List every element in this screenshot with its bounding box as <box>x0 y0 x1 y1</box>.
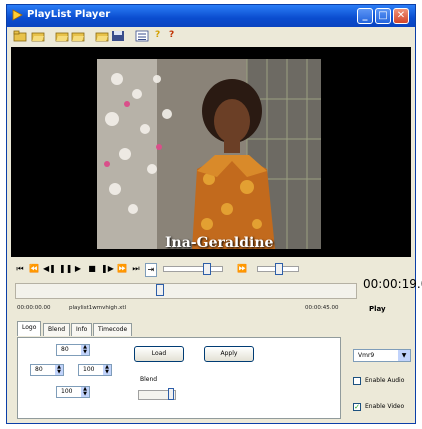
tab-blend[interactable]: Blend <box>43 323 71 336</box>
renderer-value: Vmr9 <box>358 352 375 359</box>
open-folder2-icon[interactable] <box>71 30 85 42</box>
logo-right-value: 100 <box>83 366 95 373</box>
logo-panel: 80 ▲ ▼ 80 ▲ ▼ 100 ▲ ▼ 100 ▲ ▼ Load Apply Blend <box>17 337 341 419</box>
logo-right-spinner[interactable]: 100 ▲ ▼ <box>78 364 112 376</box>
seek-bar[interactable] <box>15 283 357 299</box>
enable-video-checkbox[interactable]: ✓ <box>353 403 361 411</box>
video-frame: Ina-Geraldine <box>97 59 321 249</box>
window-title: PlayList Player <box>27 9 111 20</box>
current-time: 00:00:19.06 <box>363 277 422 291</box>
rewind-button[interactable]: ⏪ <box>29 263 39 275</box>
blend-label: Blend <box>140 376 158 383</box>
logo-left-value: 80 <box>35 366 43 373</box>
open-folder3-icon[interactable] <box>95 30 109 42</box>
video-caption: Ina-Geraldine <box>165 235 274 249</box>
speed-slider-track[interactable] <box>163 266 223 272</box>
apply-button[interactable]: Apply <box>204 346 254 362</box>
tab-info[interactable]: Info <box>71 323 93 336</box>
open-folder-icon[interactable] <box>13 30 27 42</box>
step-back-button[interactable]: ◀❚ <box>43 263 56 275</box>
enable-audio-label: Enable Audio <box>365 377 405 384</box>
maximize-button[interactable]: □ <box>375 8 391 24</box>
first-button[interactable]: ⏮ <box>15 263 25 275</box>
player-window: PlayList Player _ □ ✕ ? ? Ina-Geraldine … <box>6 4 422 424</box>
start-time: 00:00:00.00 <box>17 305 51 311</box>
last-button[interactable]: ⏭ <box>131 263 141 275</box>
transport-controls: ⏮ ⏪ ◀❚ ❚❚ ▶ ■ ❚▶ ⏩ ⏭ ⇥ ⏩ <box>13 263 313 277</box>
seek-thumb[interactable] <box>156 284 164 296</box>
tab-timecode[interactable]: Timecode <box>93 323 133 336</box>
chevron-down-icon[interactable]: ▼ <box>398 350 410 361</box>
close-button[interactable]: ✕ <box>393 8 409 24</box>
skip-button[interactable]: ⏩ <box>237 263 247 275</box>
playlist-file: playlist1wmvhigh.xtl <box>69 305 127 311</box>
title-bar[interactable]: PlayList Player _ □ ✕ <box>7 5 415 27</box>
help-icon[interactable]: ? <box>155 30 169 42</box>
enable-audio-checkbox[interactable] <box>353 377 361 385</box>
fast-forward-button[interactable]: ⏩ <box>117 263 127 275</box>
app-icon <box>12 9 23 21</box>
logo-left-spinner[interactable]: 80 ▲ ▼ <box>30 364 64 376</box>
video-area[interactable]: Ina-Geraldine <box>11 47 411 257</box>
loop-toggle[interactable]: ⇥ <box>145 263 157 277</box>
enable-video-label: Enable Video <box>365 403 405 410</box>
list-icon[interactable] <box>135 30 149 42</box>
logo-bottom-spinner[interactable]: 100 ▲ ▼ <box>56 386 90 398</box>
save-icon[interactable] <box>111 30 125 42</box>
open-file-icon[interactable] <box>31 30 45 42</box>
spinner-arrows-icon[interactable]: ▲ ▼ <box>81 345 89 355</box>
video-image <box>97 59 321 249</box>
tab-logo[interactable]: Logo <box>17 321 42 336</box>
spinner-arrows-icon[interactable]: ▲ ▼ <box>55 365 63 375</box>
play-button[interactable]: ▶ <box>73 263 83 275</box>
toolbar: ? ? <box>7 27 415 47</box>
stop-button[interactable]: ■ <box>87 263 97 275</box>
blend-slider-thumb[interactable] <box>168 388 174 400</box>
end-time: 00:00:45.00 <box>305 305 339 311</box>
pause-button[interactable]: ❚❚ <box>59 263 72 275</box>
open-playlist-icon[interactable] <box>55 30 69 42</box>
logo-top-spinner[interactable]: 80 ▲ ▼ <box>56 344 90 356</box>
volume-slider-thumb[interactable] <box>275 263 283 275</box>
logo-bottom-value: 100 <box>61 388 73 395</box>
play-state: Play <box>369 305 386 313</box>
spinner-arrows-icon[interactable]: ▲ ▼ <box>81 387 89 397</box>
renderer-select[interactable]: Vmr9 ▼ <box>353 349 411 362</box>
load-button[interactable]: Load <box>134 346 184 362</box>
speed-slider-thumb[interactable] <box>203 263 211 275</box>
spinner-arrows-icon[interactable]: ▲ ▼ <box>103 365 111 375</box>
minimize-button[interactable]: _ <box>357 8 373 24</box>
context-help-icon[interactable]: ? <box>169 30 183 42</box>
logo-top-value: 80 <box>61 346 69 353</box>
step-forward-button[interactable]: ❚▶ <box>101 263 114 275</box>
